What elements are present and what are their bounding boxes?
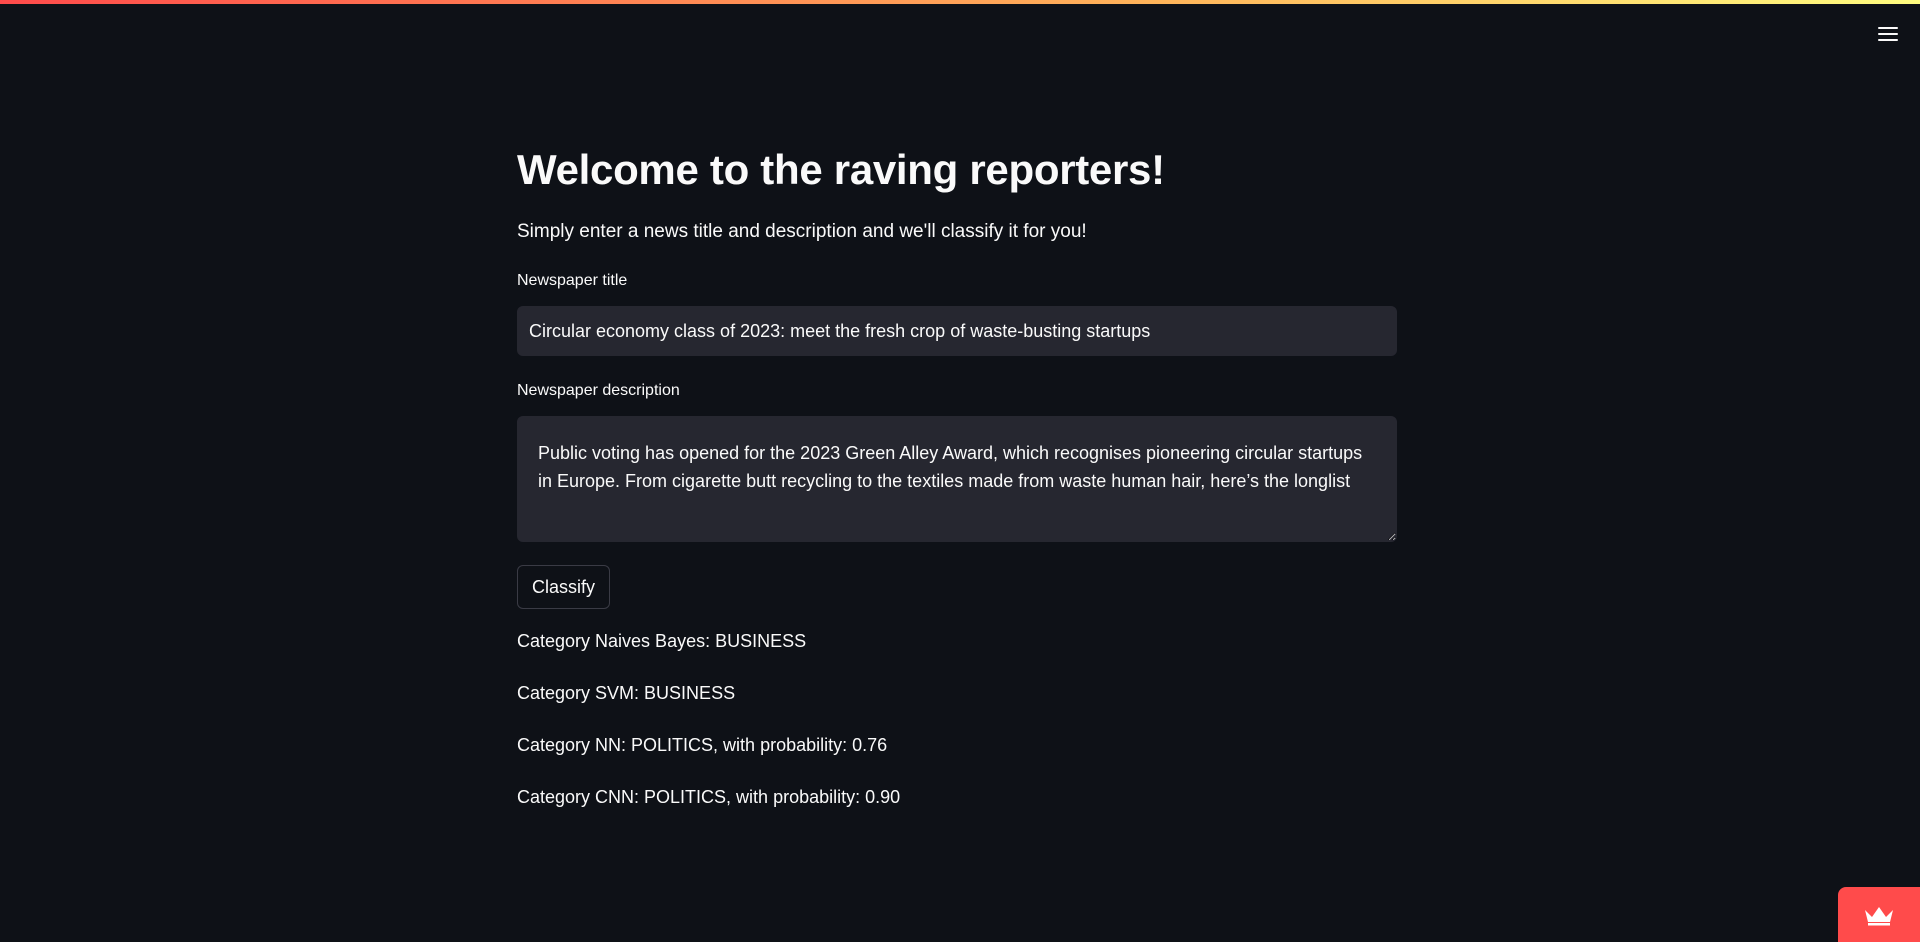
main-content: Welcome to the raving reporters! Simply …	[517, 140, 1397, 835]
streamlit-crown-icon	[1865, 906, 1893, 925]
hamburger-menu-icon-line-1	[1878, 27, 1898, 29]
classify-button[interactable]: Classify	[517, 565, 611, 609]
classification-results: Category Naives Bayes: BUSINESS Category…	[517, 627, 1397, 811]
main-menu-button[interactable]	[1874, 20, 1902, 48]
streamlit-badge[interactable]	[1838, 887, 1920, 942]
hamburger-menu-icon-line-2	[1878, 33, 1898, 35]
result-naive-bayes: Category Naives Bayes: BUSINESS	[517, 631, 807, 651]
result-nn: Category NN: POLITICS, with probability:…	[517, 735, 888, 755]
page-title: Welcome to the raving reporters!	[517, 146, 1165, 193]
top-decoration-bar	[0, 0, 1920, 4]
title-field-label: Newspaper title	[517, 272, 628, 289]
description-field-label: Newspaper description	[517, 382, 680, 399]
newspaper-description-textarea[interactable]	[517, 416, 1397, 542]
result-cnn: Category CNN: POLITICS, with probability…	[517, 787, 901, 807]
newspaper-title-input[interactable]	[517, 306, 1397, 356]
result-svm: Category SVM: BUSINESS	[517, 683, 736, 703]
hamburger-menu-icon-line-3	[1878, 39, 1898, 41]
page-subtitle: Simply enter a news title and descriptio…	[517, 221, 1087, 242]
